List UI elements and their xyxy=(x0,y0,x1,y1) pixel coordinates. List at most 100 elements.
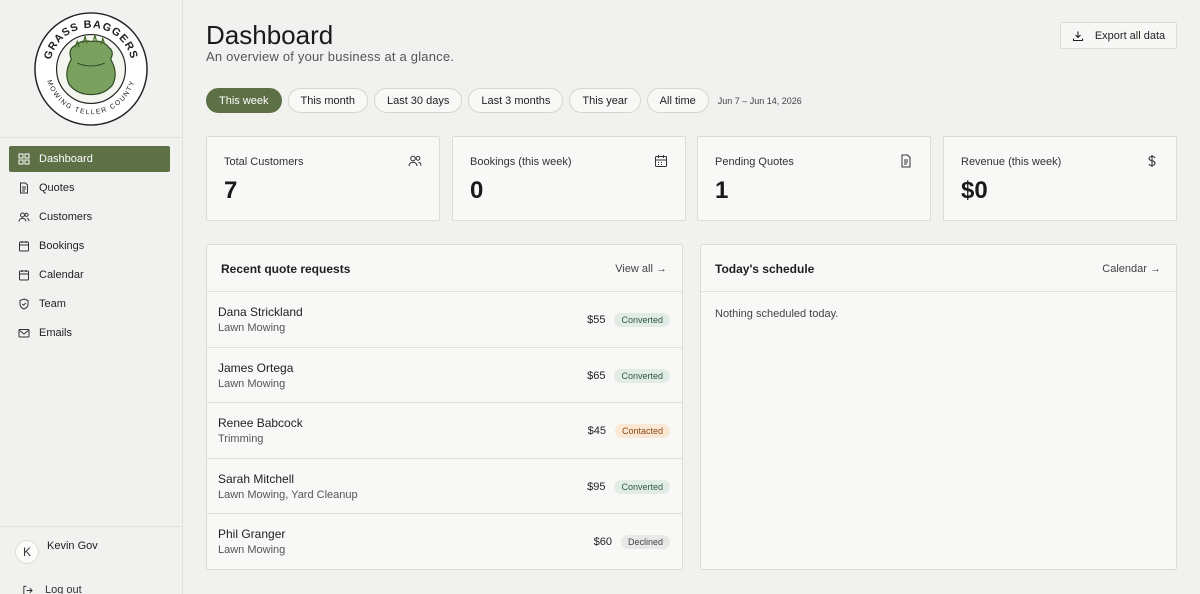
sidebar-item-label: Quotes xyxy=(39,182,75,194)
stat-value: 0 xyxy=(470,177,484,204)
quote-amount: $55 xyxy=(587,314,606,326)
export-label: Export all data xyxy=(1094,29,1166,42)
stat-label: Pending Quotes xyxy=(715,156,794,168)
sidebar-item-dashboard[interactable]: Dashboard xyxy=(9,146,170,172)
logout-label: Log out xyxy=(45,584,82,594)
stat-label: Bookings (this week) xyxy=(470,156,572,168)
service-name: Lawn Mowing xyxy=(218,322,286,334)
sidebar-item-label: Customers xyxy=(39,211,93,223)
page-subtitle: An overview of your business at a glance… xyxy=(206,49,455,64)
user-section: K Kevin Gov Log out xyxy=(0,526,182,594)
stat-value: 1 xyxy=(715,177,729,204)
calendar-icon xyxy=(655,155,667,167)
list-item[interactable]: Phil Granger Lawn Mowing $60 Declined xyxy=(207,514,682,570)
logo-area: GRASS BAGGERS MOWING TELLER COUNTY xyxy=(0,0,182,138)
status-badge: Converted xyxy=(614,368,670,383)
sidebar-item-calendar[interactable]: Calendar xyxy=(9,262,170,288)
quote-amount: $65 xyxy=(587,369,606,382)
customer-name: James Ortega xyxy=(218,360,294,375)
document-icon xyxy=(901,154,911,168)
filter-last-3-months[interactable]: Last 3 months xyxy=(468,88,564,113)
status-badge: Converted xyxy=(614,313,670,327)
status-badge: Contacted xyxy=(614,424,670,438)
avatar[interactable]: K xyxy=(15,540,39,564)
status-badge: Declined xyxy=(620,535,670,549)
stat-label: Revenue (this week) xyxy=(961,156,1062,168)
quote-amount: $95 xyxy=(587,480,606,493)
list-item[interactable]: Dana Strickland Lawn Mowing $55 Converte… xyxy=(207,292,682,348)
stat-card-revenue: Revenue (this week) $0 xyxy=(943,136,1177,221)
list-item[interactable]: Sarah Mitchell Lawn Mowing, Yard Cleanup… xyxy=(207,459,682,514)
sidebar-item-label: Dashboard xyxy=(39,153,93,165)
service-name: Trimming xyxy=(218,433,264,445)
quote-amount: $60 xyxy=(593,536,612,548)
calendar-icon xyxy=(19,270,29,281)
stat-card-pending-quotes: Pending Quotes 1 xyxy=(697,136,931,221)
stat-card-total-customers: Total Customers 7 xyxy=(206,136,440,221)
quote-meta: $65 Converted xyxy=(587,368,670,383)
service-name: Lawn Mowing xyxy=(218,377,286,390)
users-icon xyxy=(408,155,422,167)
service-name: Lawn Mowing xyxy=(218,544,286,556)
quotes-list: Dana Strickland Lawn Mowing $55 Converte… xyxy=(207,292,682,570)
calendar-link[interactable]: Calendar → xyxy=(1102,263,1161,275)
date-range: Jun 7 – Jun 14, 2026 xyxy=(717,95,802,106)
sidebar-item-label: Emails xyxy=(39,327,73,339)
quote-meta: $55 Converted xyxy=(587,313,670,327)
sidebar-nav: Dashboard Quotes Customers Bookings Cale… xyxy=(0,138,182,346)
sidebar-item-emails[interactable]: Emails xyxy=(9,320,170,346)
grass-baggers-logo[interactable]: GRASS BAGGERS MOWING TELLER COUNTY xyxy=(32,10,150,128)
quote-meta: $95 Converted xyxy=(587,479,670,494)
sidebar-item-team[interactable]: Team xyxy=(9,291,170,317)
panel-title: Recent quote requests xyxy=(221,262,351,276)
customer-name: Sarah Mitchell xyxy=(218,471,295,486)
sidebar-item-label: Team xyxy=(39,298,66,310)
logout-button[interactable]: Log out xyxy=(22,584,82,594)
dollar-icon xyxy=(1148,155,1156,167)
list-item[interactable]: James Ortega Lawn Mowing $65 Converted xyxy=(207,348,682,403)
filter-this-week[interactable]: This week xyxy=(206,88,282,113)
stat-card-bookings: Bookings (this week) 0 xyxy=(452,136,686,221)
sidebar: GRASS BAGGERS MOWING TELLER COUNTY Dashb… xyxy=(0,0,183,594)
filter-all-time[interactable]: All time xyxy=(646,88,709,113)
customer-name: Dana Strickland xyxy=(218,305,303,319)
document-icon xyxy=(20,182,28,194)
recent-quotes-panel: Recent quote requests View all → Dana St… xyxy=(206,244,683,570)
date-filter-bar: This week This month Last 30 days Last 3… xyxy=(206,88,802,113)
filter-last-30-days[interactable]: Last 30 days xyxy=(373,88,463,113)
list-item[interactable]: Renee Babcock Trimming $45 Contacted xyxy=(207,403,682,459)
calendar-icon xyxy=(19,241,29,252)
stat-value: 7 xyxy=(224,177,238,204)
sidebar-item-bookings[interactable]: Bookings xyxy=(9,233,170,259)
panel-header: Today's schedule Calendar → xyxy=(701,245,1176,292)
logout-icon xyxy=(23,585,33,594)
dashboard-icon xyxy=(18,153,30,165)
users-icon xyxy=(18,212,30,222)
sidebar-item-quotes[interactable]: Quotes xyxy=(9,175,170,201)
filter-this-year[interactable]: This year xyxy=(569,88,641,113)
status-badge: Converted xyxy=(614,479,670,494)
export-all-data-button[interactable]: Export all data xyxy=(1060,22,1177,49)
sidebar-item-customers[interactable]: Customers xyxy=(9,204,170,230)
panel-title: Today's schedule xyxy=(715,262,815,276)
customer-name: Renee Babcock xyxy=(218,416,303,430)
quote-amount: $45 xyxy=(587,425,606,437)
sidebar-item-label: Bookings xyxy=(39,240,85,252)
shield-icon xyxy=(19,298,29,310)
download-icon xyxy=(1072,31,1083,41)
page-title: Dashboard xyxy=(206,20,334,50)
quote-meta: $60 Declined xyxy=(594,535,670,549)
panel-header: Recent quote requests View all → xyxy=(207,245,682,292)
todays-schedule-panel: Today's schedule Calendar → Nothing sche… xyxy=(700,244,1177,570)
user-name: Kevin Gov xyxy=(47,540,98,552)
sidebar-item-label: Calendar xyxy=(39,269,84,281)
stat-value: $0 xyxy=(961,177,988,204)
mail-icon xyxy=(18,329,30,338)
empty-schedule-text: Nothing scheduled today. xyxy=(715,308,839,320)
filter-this-month[interactable]: This month xyxy=(287,88,368,113)
service-name: Lawn Mowing, Yard Cleanup xyxy=(218,488,358,501)
customer-name: Phil Granger xyxy=(218,527,286,541)
stat-label: Total Customers xyxy=(224,156,304,168)
view-all-link[interactable]: View all → xyxy=(615,263,667,275)
quote-meta: $45 Contacted xyxy=(588,424,670,438)
